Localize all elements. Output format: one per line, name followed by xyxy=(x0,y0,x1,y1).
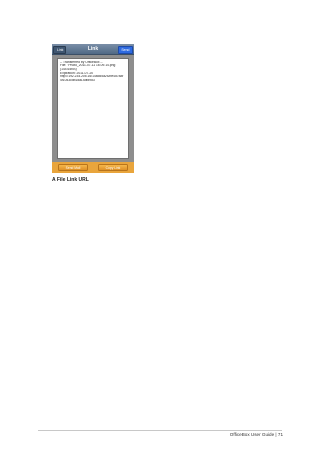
navigation-bar: Link Link Send xyxy=(52,44,134,55)
send-button[interactable]: Send xyxy=(117,45,133,54)
page-footer: OfficeBox User Guide | 71 xyxy=(229,432,283,437)
phone-screenshot: Link Link Send -- Transferred by OfficeB… xyxy=(52,44,134,173)
link-message-textarea[interactable]: -- Transferred by OfficeBox -- File: "Ph… xyxy=(57,58,129,159)
message-line: 4f1043cdb1da14df89d3 xyxy=(60,79,95,83)
figure-caption: A File Link URL xyxy=(52,177,89,183)
footer-divider xyxy=(38,430,282,431)
send-mail-button[interactable]: Send Mail xyxy=(58,164,88,171)
bottom-toolbar: Send Mail Copy Link xyxy=(52,162,134,173)
copy-link-button[interactable]: Copy Link xyxy=(98,164,128,171)
